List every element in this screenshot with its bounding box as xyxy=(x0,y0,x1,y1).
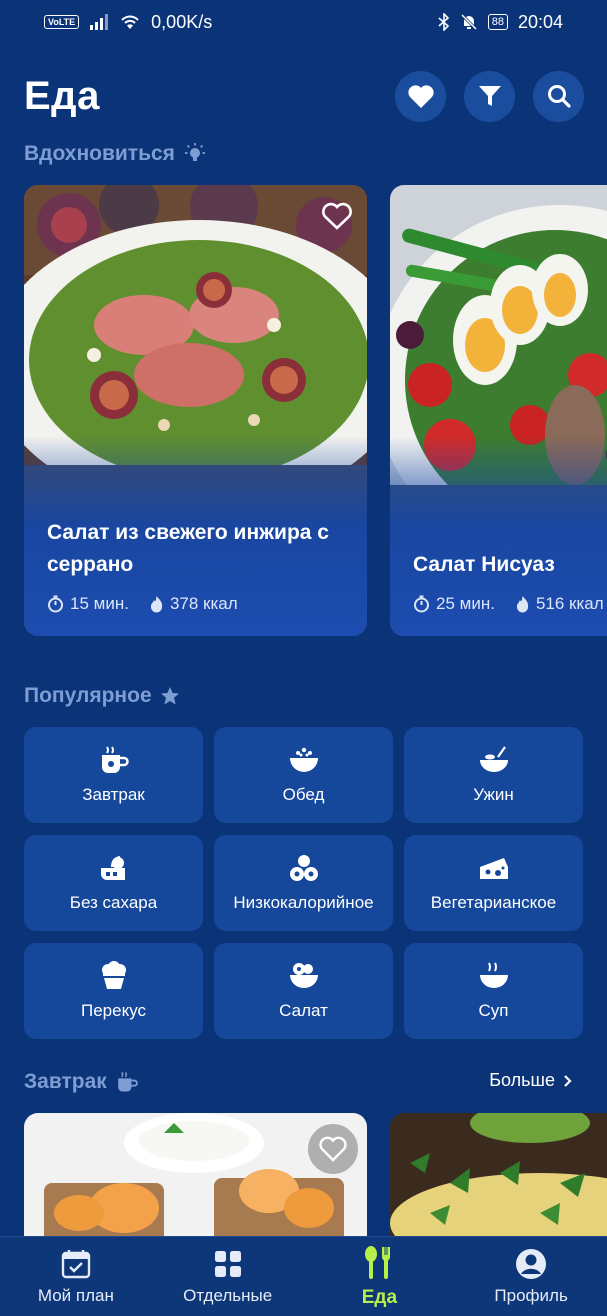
breakfast-more-link[interactable]: Больше xyxy=(489,1070,573,1091)
recipe-title: Салат Нисуаз xyxy=(413,553,555,576)
star-icon xyxy=(160,687,179,705)
recipe-meta: 15 мин. 378 ккал xyxy=(47,594,238,614)
lightbulb-icon xyxy=(184,143,205,161)
soup-icon xyxy=(479,962,508,988)
battery-indicator: 88 xyxy=(487,14,508,30)
category-snack[interactable]: Перекус xyxy=(24,943,203,1039)
recipe-time: 15 мин. xyxy=(70,594,129,613)
category-salad[interactable]: Салат xyxy=(214,943,393,1039)
category-sugar-free[interactable]: Без сахара xyxy=(24,835,203,931)
heart-outline-icon xyxy=(322,202,352,230)
inspire-label-text: Вдохновиться xyxy=(24,142,175,165)
timer-icon xyxy=(48,595,63,613)
nav-profile[interactable]: Профиль xyxy=(461,1248,601,1306)
recipe-card-fig-salad[interactable]: Салат из свежего инжира с серрано 15 мин… xyxy=(24,185,367,636)
chevron-right-icon xyxy=(564,1074,572,1087)
favorites-button[interactable] xyxy=(395,70,446,122)
profile-icon xyxy=(516,1248,547,1279)
category-label: Завтрак xyxy=(82,785,145,804)
popular-label-text: Популярное xyxy=(24,684,152,707)
category-label: Вегетарианское xyxy=(430,893,557,912)
calendar-icon xyxy=(61,1249,91,1278)
grid-icon xyxy=(214,1250,241,1277)
popular-section-label: Популярное xyxy=(24,684,180,708)
breakfast-cup-icon xyxy=(101,746,129,773)
card-favorite-button[interactable] xyxy=(321,201,353,236)
clock: 20:04 xyxy=(517,11,563,32)
low-calorie-icon xyxy=(289,855,318,881)
category-label: Без сахара xyxy=(69,893,158,912)
category-low-calorie[interactable]: Низкокалорийное xyxy=(214,835,393,931)
heart-icon xyxy=(407,85,434,108)
flame-icon xyxy=(516,596,529,613)
category-label: Салат xyxy=(279,1001,328,1020)
timer-icon xyxy=(414,595,429,613)
breakfast-label-text: Завтрак xyxy=(24,1070,107,1093)
category-label: Ужин xyxy=(473,785,514,804)
filter-icon xyxy=(478,86,501,106)
category-breakfast[interactable]: Завтрак xyxy=(24,727,203,823)
nav-label: Еда xyxy=(361,1286,398,1308)
search-button[interactable] xyxy=(533,70,584,122)
category-label: Перекус xyxy=(80,1001,147,1020)
category-label: Обед xyxy=(282,785,325,804)
nav-separate[interactable]: Отдельные xyxy=(158,1248,298,1306)
breakfast-card-1[interactable] xyxy=(24,1113,367,1237)
recipe-time: 25 мин. xyxy=(436,594,495,613)
recipe-meta: 25 мин. 516 ккал xyxy=(413,594,604,614)
page-header: Еда xyxy=(24,70,584,122)
network-speed: 0,00K/s xyxy=(151,11,213,32)
card-favorite-button[interactable] xyxy=(307,1123,359,1180)
breakfast-card-2[interactable] xyxy=(390,1113,607,1237)
inspire-carousel[interactable]: Салат из свежего инжира с серрано 15 мин… xyxy=(24,185,607,637)
status-bar: VoLTE 0,00K/s 88 20:04 xyxy=(0,0,607,44)
category-vegetarian[interactable]: Вегетарианское xyxy=(404,835,583,931)
recipe-kcal: 516 ккал xyxy=(535,594,604,613)
volte-badge: VoLTE xyxy=(44,15,80,29)
breakfast-photo-2 xyxy=(390,1113,607,1237)
lunch-bowl-icon xyxy=(289,747,318,772)
filter-button[interactable] xyxy=(464,70,515,122)
nav-my-plan[interactable]: Мой план xyxy=(6,1248,146,1306)
dinner-bowl-icon xyxy=(479,746,508,772)
nav-label: Мой план xyxy=(37,1285,114,1305)
category-dinner[interactable]: Ужин xyxy=(404,727,583,823)
salad-icon xyxy=(289,963,318,988)
more-label: Больше xyxy=(489,1070,555,1090)
heart-outline-icon xyxy=(308,1124,358,1174)
signal-icon xyxy=(90,14,109,30)
category-label: Суп xyxy=(478,1001,509,1020)
recipe-kcal: 378 ккал xyxy=(169,594,238,613)
breakfast-cup-icon xyxy=(117,1072,138,1092)
search-icon xyxy=(547,85,571,108)
mute-bell-icon xyxy=(460,13,477,31)
bottom-navigation: Мой план Отдельные Еда Профиль xyxy=(0,1236,607,1316)
bluetooth-icon xyxy=(438,13,449,31)
vegetarian-icon xyxy=(479,858,508,879)
inspire-section-label: Вдохновиться xyxy=(24,142,207,166)
nav-label: Отдельные xyxy=(183,1285,273,1305)
no-sugar-icon xyxy=(100,855,125,880)
category-lunch[interactable]: Обед xyxy=(214,727,393,823)
category-label: Низкокалорийное xyxy=(233,893,374,912)
wifi-icon xyxy=(121,15,139,29)
snack-muffin-icon xyxy=(101,961,126,989)
category-soup[interactable]: Суп xyxy=(404,943,583,1039)
breakfast-section-label: Завтрак xyxy=(24,1070,139,1094)
recipe-title: Салат из свежего инжира с серрано xyxy=(47,521,329,576)
nav-food[interactable]: Еда xyxy=(309,1245,449,1309)
page-title: Еда xyxy=(24,73,100,118)
nav-label: Профиль xyxy=(494,1285,568,1305)
cutlery-icon xyxy=(365,1245,391,1279)
flame-icon xyxy=(150,596,163,613)
recipe-card-nicoise[interactable]: Салат Нисуаз 25 мин. 516 ккал xyxy=(390,185,607,636)
breakfast-carousel[interactable] xyxy=(24,1113,607,1237)
popular-category-grid: Завтрак Обед Ужин Без сахара Низкокалори… xyxy=(24,727,584,1039)
